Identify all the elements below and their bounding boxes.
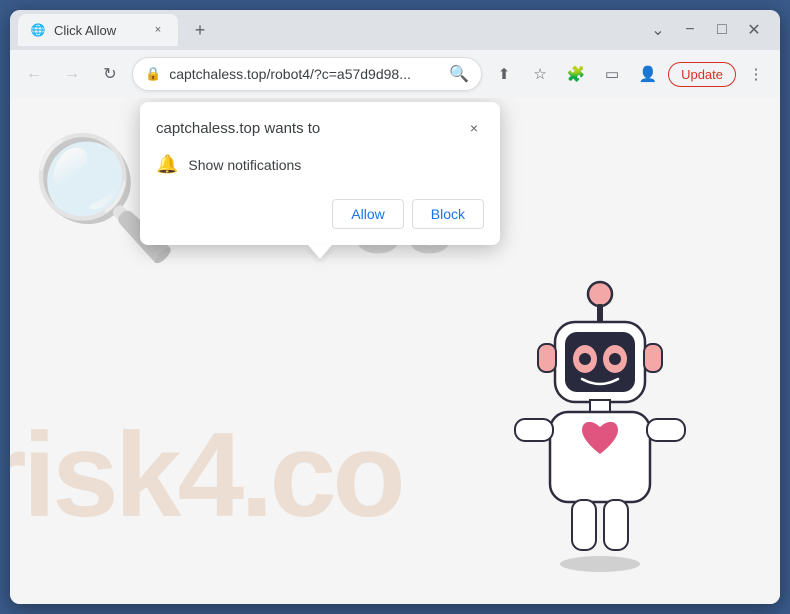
forward-icon: → (64, 65, 80, 83)
window-controls: ⌄ − □ ✕ (648, 20, 772, 40)
address-search-icon[interactable]: 🔍 (449, 64, 469, 84)
content-area: 🔍 risk4.co OU (10, 98, 780, 604)
notification-label: Show notifications (188, 157, 301, 173)
robot-illustration (500, 264, 700, 584)
notification-popup: captchaless.top wants to × 🔔 Show notifi… (140, 102, 500, 245)
lock-icon: 🔒 (145, 66, 161, 82)
chevron-icon: ⌄ (648, 20, 668, 40)
sidebar-button[interactable]: ▭ (596, 58, 628, 90)
minimize-button[interactable]: − (680, 21, 700, 39)
title-bar: 🌐 Click Allow × + ⌄ − □ ✕ (10, 10, 780, 50)
tab-favicon: 🌐 (30, 22, 46, 38)
page-background: 🔍 risk4.co OU (10, 98, 780, 604)
reload-button[interactable]: ↻ (94, 58, 126, 90)
bell-icon: 🔔 (156, 154, 178, 175)
bookmark-button[interactable]: ☆ (524, 58, 556, 90)
new-tab-button[interactable]: + (186, 16, 214, 44)
profile-icon: 👤 (639, 65, 658, 83)
reload-icon: ↻ (103, 64, 116, 84)
allow-button[interactable]: Allow (332, 199, 403, 229)
url-text: captchaless.top/robot4/?c=a57d9d98... (169, 66, 441, 82)
active-tab[interactable]: 🌐 Click Allow × (18, 14, 178, 46)
profile-button[interactable]: 👤 (632, 58, 664, 90)
update-button[interactable]: Update (668, 62, 736, 87)
popup-header: captchaless.top wants to × (140, 102, 500, 146)
popup-title: captchaless.top wants to (156, 120, 320, 137)
menu-icon: ⋮ (749, 65, 764, 83)
tab-title: Click Allow (54, 23, 142, 38)
extension-button[interactable]: 🧩 (560, 58, 592, 90)
menu-button[interactable]: ⋮ (740, 58, 772, 90)
back-button[interactable]: ← (18, 58, 50, 90)
back-icon: ← (26, 65, 42, 83)
forward-button[interactable]: → (56, 58, 88, 90)
browser-window: 🌐 Click Allow × + ⌄ − □ ✕ ← → ↻ 🔒 captch… (10, 10, 780, 604)
popup-close-button[interactable]: × (464, 118, 484, 138)
toolbar: ← → ↻ 🔒 captchaless.top/robot4/?c=a57d9d… (10, 50, 780, 98)
risk-watermark-text: risk4.co (10, 406, 402, 544)
popup-tail (308, 245, 332, 259)
close-button[interactable]: ✕ (744, 20, 764, 40)
maximize-button[interactable]: □ (712, 21, 732, 39)
bookmark-icon: ☆ (533, 65, 546, 83)
extension-icon: 🧩 (567, 65, 586, 83)
share-icon: ⬆ (498, 65, 511, 83)
block-button[interactable]: Block (412, 199, 484, 229)
address-bar[interactable]: 🔒 captchaless.top/robot4/?c=a57d9d98... … (132, 57, 482, 91)
popup-notification-row: 🔔 Show notifications (140, 146, 500, 191)
toolbar-actions: ⬆ ☆ 🧩 ▭ 👤 Update ⋮ (488, 58, 772, 90)
sidebar-icon: ▭ (605, 65, 619, 83)
popup-actions: Allow Block (140, 191, 500, 245)
share-button[interactable]: ⬆ (488, 58, 520, 90)
tab-close-button[interactable]: × (150, 22, 166, 38)
